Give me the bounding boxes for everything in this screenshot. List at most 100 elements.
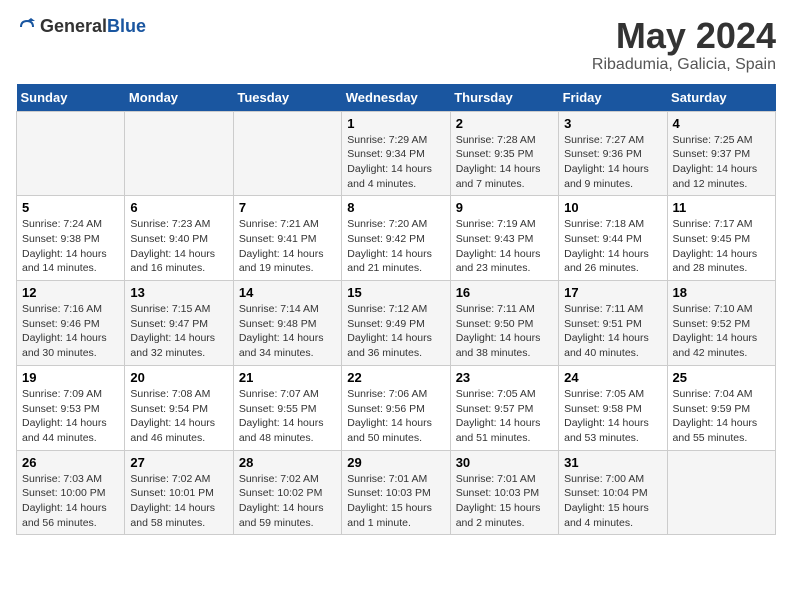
day-info: Sunrise: 7:19 AM Sunset: 9:43 PM Dayligh… <box>456 217 553 276</box>
day-info: Sunrise: 7:00 AM Sunset: 10:04 PM Daylig… <box>564 472 661 531</box>
day-info: Sunrise: 7:18 AM Sunset: 9:44 PM Dayligh… <box>564 217 661 276</box>
day-number: 22 <box>347 370 444 385</box>
day-info: Sunrise: 7:01 AM Sunset: 10:03 PM Daylig… <box>347 472 444 531</box>
calendar-cell: 10 Sunrise: 7:18 AM Sunset: 9:44 PM Dayli… <box>559 196 667 281</box>
day-info: Sunrise: 7:29 AM Sunset: 9:34 PM Dayligh… <box>347 133 444 192</box>
day-number: 29 <box>347 455 444 470</box>
day-number: 5 <box>22 200 119 215</box>
calendar-cell: 7Sunrise: 7:21 AM Sunset: 9:41 PM Daylig… <box>233 196 341 281</box>
weekday-header-monday: Monday <box>125 84 233 112</box>
day-number: 21 <box>239 370 336 385</box>
calendar-cell: 28 Sunrise: 7:02 AM Sunset: 10:02 PM Dayl… <box>233 450 341 535</box>
day-info: Sunrise: 7:11 AM Sunset: 9:50 PM Dayligh… <box>456 302 553 361</box>
calendar-week-row: 12Sunrise: 7:16 AM Sunset: 9:46 PM Dayli… <box>17 281 776 366</box>
weekday-header-wednesday: Wednesday <box>342 84 450 112</box>
day-info: Sunrise: 7:11 AM Sunset: 9:51 PM Dayligh… <box>564 302 661 361</box>
calendar-title: May 2024 <box>592 16 776 56</box>
day-info: Sunrise: 7:12 AM Sunset: 9:49 PM Dayligh… <box>347 302 444 361</box>
day-number: 26 <box>22 455 119 470</box>
day-number: 30 <box>456 455 553 470</box>
day-info: Sunrise: 7:21 AM Sunset: 9:41 PM Dayligh… <box>239 217 336 276</box>
day-number: 14 <box>239 285 336 300</box>
day-info: Sunrise: 7:25 AM Sunset: 9:37 PM Dayligh… <box>673 133 770 192</box>
calendar-table: SundayMondayTuesdayWednesdayThursdayFrid… <box>16 84 776 536</box>
weekday-header-friday: Friday <box>559 84 667 112</box>
title-area: May 2024 Ribadumia, Galicia, Spain <box>592 16 776 74</box>
day-info: Sunrise: 7:07 AM Sunset: 9:55 PM Dayligh… <box>239 387 336 446</box>
calendar-cell: 6Sunrise: 7:23 AM Sunset: 9:40 PM Daylig… <box>125 196 233 281</box>
day-info: Sunrise: 7:10 AM Sunset: 9:52 PM Dayligh… <box>673 302 770 361</box>
calendar-cell <box>233 111 341 196</box>
day-number: 20 <box>130 370 227 385</box>
day-info: Sunrise: 7:24 AM Sunset: 9:38 PM Dayligh… <box>22 217 119 276</box>
calendar-subtitle: Ribadumia, Galicia, Spain <box>592 56 776 74</box>
day-number: 23 <box>456 370 553 385</box>
calendar-cell: 21 Sunrise: 7:07 AM Sunset: 9:55 PM Dayli… <box>233 365 341 450</box>
calendar-cell: 20Sunrise: 7:08 AM Sunset: 9:54 PM Dayli… <box>125 365 233 450</box>
day-info: Sunrise: 7:17 AM Sunset: 9:45 PM Dayligh… <box>673 217 770 276</box>
logo-icon <box>16 17 36 37</box>
day-info: Sunrise: 7:05 AM Sunset: 9:58 PM Dayligh… <box>564 387 661 446</box>
calendar-cell: 23 Sunrise: 7:05 AM Sunset: 9:57 PM Dayli… <box>450 365 558 450</box>
day-number: 10 <box>564 200 661 215</box>
calendar-cell: 3Sunrise: 7:27 AM Sunset: 9:36 PM Daylig… <box>559 111 667 196</box>
day-info: Sunrise: 7:03 AM Sunset: 10:00 PM Daylig… <box>22 472 119 531</box>
day-number: 28 <box>239 455 336 470</box>
day-number: 17 <box>564 285 661 300</box>
calendar-cell: 2 Sunrise: 7:28 AM Sunset: 9:35 PM Daylig… <box>450 111 558 196</box>
day-info: Sunrise: 7:04 AM Sunset: 9:59 PM Dayligh… <box>673 387 770 446</box>
calendar-cell: 31Sunrise: 7:00 AM Sunset: 10:04 PM Dayl… <box>559 450 667 535</box>
calendar-cell <box>17 111 125 196</box>
calendar-cell: 17 Sunrise: 7:11 AM Sunset: 9:51 PM Dayli… <box>559 281 667 366</box>
calendar-cell: 26 Sunrise: 7:03 AM Sunset: 10:00 PM Dayl… <box>17 450 125 535</box>
day-number: 8 <box>347 200 444 215</box>
logo: GeneralBlue <box>16 16 146 37</box>
calendar-cell: 19 Sunrise: 7:09 AM Sunset: 9:53 PM Dayli… <box>17 365 125 450</box>
day-info: Sunrise: 7:23 AM Sunset: 9:40 PM Dayligh… <box>130 217 227 276</box>
day-number: 12 <box>22 285 119 300</box>
calendar-week-row: 5 Sunrise: 7:24 AM Sunset: 9:38 PM Daylig… <box>17 196 776 281</box>
calendar-cell: 14 Sunrise: 7:14 AM Sunset: 9:48 PM Dayli… <box>233 281 341 366</box>
day-info: Sunrise: 7:20 AM Sunset: 9:42 PM Dayligh… <box>347 217 444 276</box>
day-number: 11 <box>673 200 770 215</box>
calendar-cell <box>667 450 775 535</box>
day-number: 19 <box>22 370 119 385</box>
day-info: Sunrise: 7:27 AM Sunset: 9:36 PM Dayligh… <box>564 133 661 192</box>
day-number: 9 <box>456 200 553 215</box>
calendar-cell: 5 Sunrise: 7:24 AM Sunset: 9:38 PM Daylig… <box>17 196 125 281</box>
day-info: Sunrise: 7:05 AM Sunset: 9:57 PM Dayligh… <box>456 387 553 446</box>
logo-general-text: General <box>40 16 107 36</box>
weekday-header-row: SundayMondayTuesdayWednesdayThursdayFrid… <box>17 84 776 112</box>
day-number: 2 <box>456 116 553 131</box>
day-info: Sunrise: 7:09 AM Sunset: 9:53 PM Dayligh… <box>22 387 119 446</box>
calendar-header: SundayMondayTuesdayWednesdayThursdayFrid… <box>17 84 776 112</box>
calendar-week-row: 1 Sunrise: 7:29 AM Sunset: 9:34 PM Daylig… <box>17 111 776 196</box>
day-number: 4 <box>673 116 770 131</box>
day-number: 13 <box>130 285 227 300</box>
calendar-cell: 18 Sunrise: 7:10 AM Sunset: 9:52 PM Dayli… <box>667 281 775 366</box>
day-number: 15 <box>347 285 444 300</box>
calendar-cell: 29 Sunrise: 7:01 AM Sunset: 10:03 PM Dayl… <box>342 450 450 535</box>
day-info: Sunrise: 7:14 AM Sunset: 9:48 PM Dayligh… <box>239 302 336 361</box>
header: GeneralBlue May 2024 Ribadumia, Galicia,… <box>16 16 776 74</box>
day-info: Sunrise: 7:15 AM Sunset: 9:47 PM Dayligh… <box>130 302 227 361</box>
day-info: Sunrise: 7:28 AM Sunset: 9:35 PM Dayligh… <box>456 133 553 192</box>
day-info: Sunrise: 7:01 AM Sunset: 10:03 PM Daylig… <box>456 472 553 531</box>
calendar-cell: 1 Sunrise: 7:29 AM Sunset: 9:34 PM Daylig… <box>342 111 450 196</box>
day-number: 27 <box>130 455 227 470</box>
calendar-cell: 11 Sunrise: 7:17 AM Sunset: 9:45 PM Dayli… <box>667 196 775 281</box>
day-number: 18 <box>673 285 770 300</box>
day-number: 24 <box>564 370 661 385</box>
day-number: 25 <box>673 370 770 385</box>
calendar-cell: 24 Sunrise: 7:05 AM Sunset: 9:58 PM Dayli… <box>559 365 667 450</box>
calendar-body: 1 Sunrise: 7:29 AM Sunset: 9:34 PM Daylig… <box>17 111 776 535</box>
calendar-cell: 13 Sunrise: 7:15 AM Sunset: 9:47 PM Dayli… <box>125 281 233 366</box>
calendar-cell: 22Sunrise: 7:06 AM Sunset: 9:56 PM Dayli… <box>342 365 450 450</box>
calendar-cell: 4 Sunrise: 7:25 AM Sunset: 9:37 PM Daylig… <box>667 111 775 196</box>
weekday-header-saturday: Saturday <box>667 84 775 112</box>
calendar-cell: 27Sunrise: 7:02 AM Sunset: 10:01 PM Dayl… <box>125 450 233 535</box>
day-number: 16 <box>456 285 553 300</box>
logo-blue-text: Blue <box>107 16 146 36</box>
day-number: 1 <box>347 116 444 131</box>
day-info: Sunrise: 7:02 AM Sunset: 10:02 PM Daylig… <box>239 472 336 531</box>
